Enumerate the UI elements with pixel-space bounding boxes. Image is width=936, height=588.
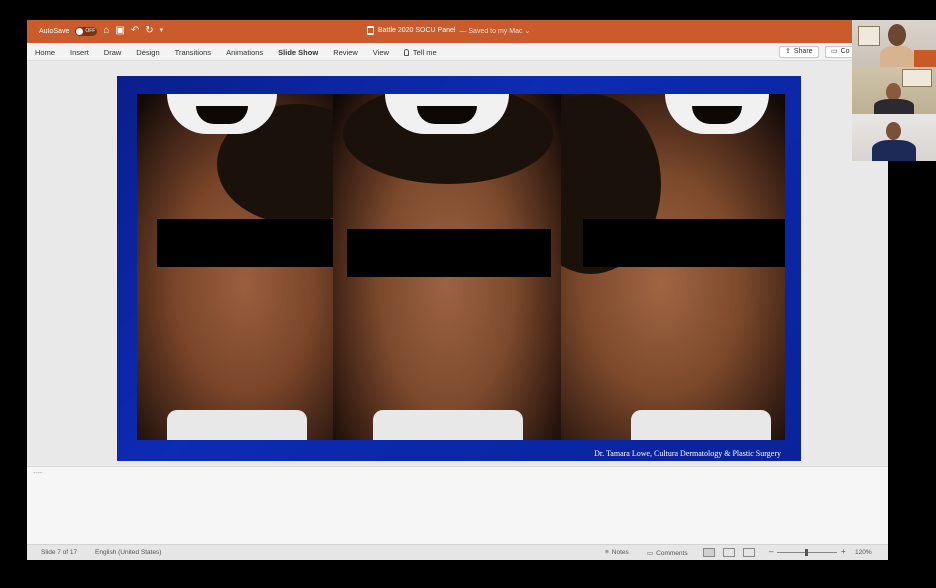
document-icon (367, 26, 374, 35)
slide[interactable]: Dr. Tamara Lowe, Cultura Dermatology & P… (117, 76, 801, 461)
zoom-out-button[interactable]: – (769, 547, 773, 556)
comments-button-label: Co (840, 48, 850, 55)
undo-icon[interactable]: ↶ (131, 26, 139, 36)
notes-splitter[interactable]: ---- (33, 470, 42, 477)
powerpoint-window: AutoSave OFF ⌂ ▣ ↶ ↻ ▾ Battle 2020 SOCU … (27, 20, 888, 560)
home-icon[interactable]: ⌂ (103, 26, 109, 36)
status-bar: Slide 7 of 17 English (United States) ≡ … (27, 544, 888, 560)
language-indicator[interactable]: English (United States) (95, 549, 161, 556)
face-photo-right-profile (561, 94, 785, 440)
document-name: Battle 2020 SOCU Panel (378, 27, 456, 34)
share-button[interactable]: ⇪ Share (779, 46, 819, 58)
zoom-slider-thumb[interactable] (805, 549, 808, 556)
zoom-level[interactable]: 120% (855, 549, 872, 556)
participant-body (872, 140, 916, 161)
chin-rest (167, 410, 307, 440)
chevron-down-icon[interactable]: ▾ (160, 26, 164, 36)
slide-editor: Dr. Tamara Lowe, Cultura Dermatology & P… (27, 62, 888, 465)
tab-draw[interactable]: Draw (104, 48, 122, 57)
tab-insert[interactable]: Insert (70, 48, 89, 57)
quick-access-toolbar: AutoSave OFF ⌂ ▣ ↶ ↻ ▾ (39, 26, 163, 36)
tab-animations[interactable]: Animations (226, 48, 263, 57)
chin-rest (373, 410, 523, 440)
notes-pane[interactable]: ---- (27, 466, 888, 544)
eye-censor-bar (347, 229, 551, 277)
participant-video-1[interactable] (852, 20, 936, 67)
participant-video-2[interactable] (852, 67, 936, 114)
redo-icon[interactable]: ↻ (145, 26, 153, 36)
wall-frame (858, 26, 880, 46)
comment-icon: ▭ (831, 48, 838, 55)
participant-video-3[interactable] (852, 114, 936, 161)
face-photo-front (333, 94, 561, 440)
lightbulb-icon (403, 49, 409, 56)
participant-head (886, 122, 901, 140)
screen: AutoSave OFF ⌂ ▣ ↶ ↻ ▾ Battle 2020 SOCU … (0, 0, 936, 588)
autosave-toggle[interactable]: OFF (75, 26, 98, 36)
chin-rest (631, 410, 771, 440)
ribbon: Home Insert Draw Design Transitions Anim… (27, 43, 888, 61)
save-icon[interactable]: ▣ (115, 26, 124, 36)
eye-censor-bar (157, 219, 333, 267)
save-status: — Saved to my Mac ⌄ (459, 27, 531, 35)
tab-home[interactable]: Home (35, 48, 55, 57)
slide-sorter-button[interactable] (723, 548, 735, 557)
tab-slide-show[interactable]: Slide Show (278, 48, 318, 57)
ribbon-tabs: Home Insert Draw Design Transitions Anim… (35, 48, 437, 57)
notes-toggle-label: Notes (611, 549, 629, 556)
tab-transitions[interactable]: Transitions (175, 48, 211, 57)
slide-photo (137, 94, 785, 440)
wall-frame (902, 69, 932, 87)
zoom-in-button[interactable]: + (841, 547, 846, 556)
tab-design[interactable]: Design (136, 48, 159, 57)
comments-button[interactable]: ▭ Co (825, 46, 856, 58)
headrest (665, 94, 769, 134)
autosave-label: AutoSave (39, 27, 70, 35)
photo-credit: Dr. Tamara Lowe, Cultura Dermatology & P… (594, 449, 781, 458)
participant-head (888, 24, 906, 46)
notes-toggle[interactable]: ≡ Notes (605, 549, 629, 556)
tab-review[interactable]: Review (333, 48, 358, 57)
tell-me-search[interactable]: Tell me (403, 48, 437, 57)
share-label: Share (793, 48, 813, 55)
document-title[interactable]: Battle 2020 SOCU Panel — Saved to my Mac… (367, 26, 530, 35)
participant-body (880, 46, 914, 67)
tell-me-label: Tell me (412, 48, 437, 57)
share-icon: ⇪ (785, 48, 791, 55)
face-photo-left-profile (137, 94, 333, 440)
comments-toggle-label: Comments (656, 549, 688, 557)
comments-toggle[interactable]: ▭ Comments (647, 549, 688, 558)
tab-view[interactable]: View (373, 48, 389, 57)
chair (914, 50, 936, 67)
normal-view-button[interactable] (703, 548, 715, 557)
comment-icon: ▭ (647, 550, 654, 557)
participant-body (874, 99, 914, 114)
title-bar: AutoSave OFF ⌂ ▣ ↶ ↻ ▾ Battle 2020 SOCU … (27, 20, 888, 43)
slide-indicator: Slide 7 of 17 (41, 549, 78, 556)
eye-censor-bar (583, 219, 785, 267)
reading-view-button[interactable] (743, 548, 755, 557)
notes-icon: ≡ (605, 549, 609, 556)
